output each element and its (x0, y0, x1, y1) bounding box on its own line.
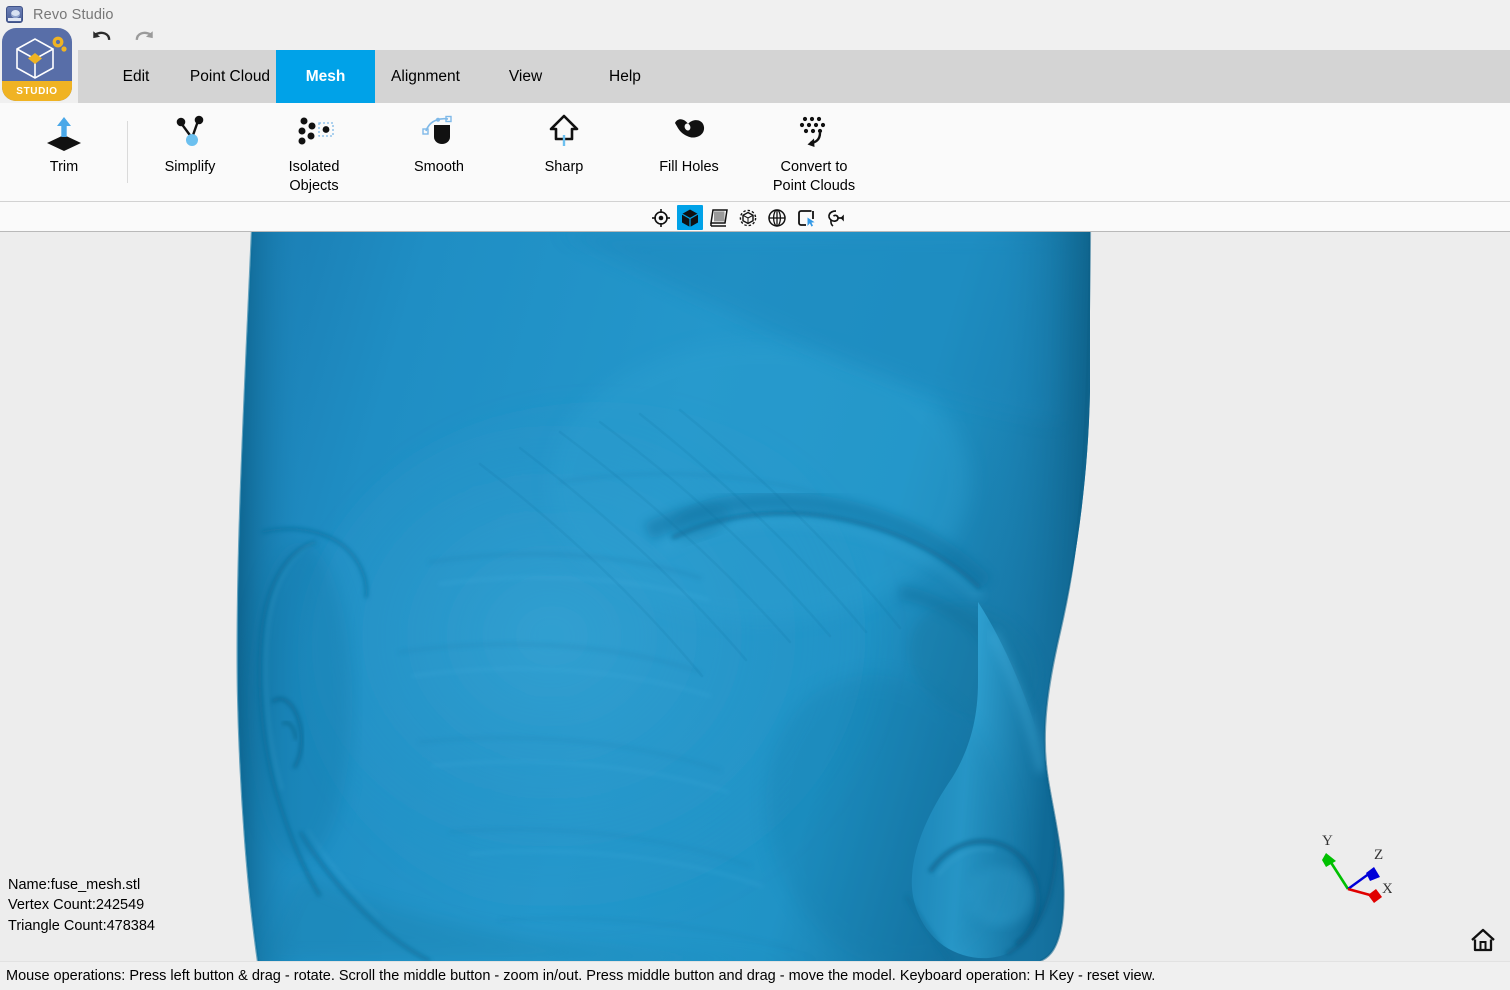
ribbon-separator (127, 121, 128, 183)
shaded-cube-icon[interactable] (677, 205, 703, 230)
simplify-icon (176, 115, 204, 146)
trim-icon (47, 117, 81, 151)
ribbon-convert-to-point-clouds-button[interactable]: Convert to Point Clouds (742, 103, 886, 202)
ribbon-smooth-button[interactable]: Smooth (385, 103, 493, 202)
app-window-icon (6, 6, 23, 23)
ribbon-convert-to-point-clouds-label: Convert to Point Clouds (772, 159, 856, 194)
mesh-ribbon: Trim Simplify Isolated Objects Smooth Sh… (0, 103, 1510, 202)
ribbon-fill-holes-button[interactable]: Fill Holes (637, 103, 741, 202)
bounding-box-icon[interactable] (735, 205, 761, 230)
smooth-icon (422, 115, 452, 144)
undo-arrow-icon[interactable] (90, 29, 112, 49)
gizmo-z-label: Z (1374, 847, 1383, 863)
rect-select-icon[interactable] (793, 205, 819, 230)
tab-edit[interactable]: Edit (88, 50, 184, 103)
redo-arrow-icon[interactable] (134, 29, 156, 49)
gizmo-y-label: Y (1322, 833, 1333, 849)
tab-help[interactable]: Help (575, 50, 675, 103)
history-toolbar (78, 28, 1510, 50)
mesh-3d-model[interactable] (0, 232, 1510, 961)
convert-to-point-clouds-icon (799, 116, 826, 147)
window-title: Revo Studio (33, 6, 114, 23)
app-logo[interactable]: STUDIO (2, 28, 72, 101)
home-icon (1471, 928, 1495, 952)
status-bar-text: Mouse operations: Press left button & dr… (6, 968, 1156, 984)
tab-view[interactable]: View (476, 50, 575, 103)
target-center-icon[interactable] (648, 205, 674, 230)
tab-point-cloud[interactable]: Point Cloud (184, 50, 276, 103)
ribbon-isolated-objects-button[interactable]: Isolated Objects (255, 103, 373, 202)
tab-alignment[interactable]: Alignment (375, 50, 476, 103)
ribbon-isolated-objects-label: Isolated Objects (288, 159, 340, 194)
ribbon-fill-holes-label: Fill Holes (659, 159, 719, 175)
ribbon-simplify-button[interactable]: Simplify (140, 103, 240, 202)
globe-icon[interactable] (764, 205, 790, 230)
logo-badge-text: STUDIO (16, 85, 58, 97)
isolated-objects-icon (298, 117, 334, 145)
tab-mesh[interactable]: Mesh (276, 50, 375, 103)
status-bar: Mouse operations: Press left button & dr… (0, 961, 1510, 990)
ribbon-simplify-label: Simplify (164, 159, 216, 175)
lasso-select-icon[interactable] (822, 205, 848, 230)
reset-view-home-button[interactable] (1466, 924, 1500, 956)
sharp-icon (549, 114, 579, 146)
cube-gear-logo-icon (16, 36, 67, 79)
fill-holes-icon (675, 119, 705, 138)
main-tab-strip: Edit Point Cloud Mesh Alignment View Hel… (78, 50, 1510, 103)
ribbon-sharp-button[interactable]: Sharp (515, 103, 613, 202)
model-viewport[interactable]: Name:fuse_mesh.stl Vertex Count:242549 T… (0, 232, 1510, 961)
ribbon-smooth-label: Smooth (414, 159, 464, 175)
view-toolbar (0, 202, 1510, 232)
ribbon-sharp-label: Sharp (544, 159, 584, 175)
wireframe-icon[interactable] (706, 205, 732, 230)
logo-badge: STUDIO (2, 81, 72, 101)
ribbon-trim-label: Trim (49, 159, 79, 175)
revo-studio-window: Revo Studio STUDIO Edit Point Cloud Mesh… (0, 0, 1510, 990)
title-bar: Revo Studio (0, 0, 1510, 29)
gizmo-x-label: X (1382, 881, 1392, 897)
axis-orientation-gizmo: Y Z X (1322, 833, 1392, 903)
ribbon-trim-button[interactable]: Trim (20, 103, 108, 202)
